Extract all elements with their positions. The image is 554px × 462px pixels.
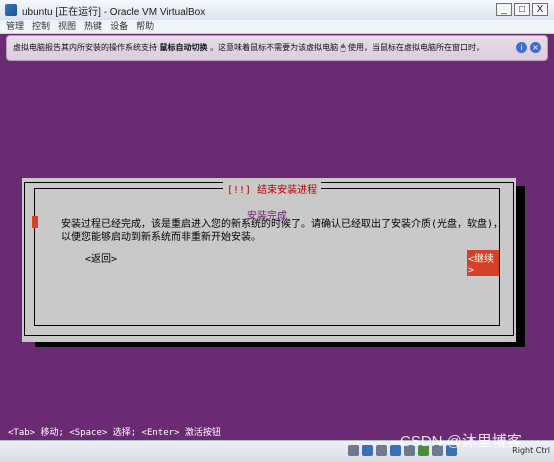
notification-bold: 鼠标自动切换 xyxy=(159,43,208,52)
dialog-title: [!!] 结束安装进程 xyxy=(223,181,322,196)
menu-item-control[interactable]: 控制 xyxy=(32,20,50,33)
host-key-label: Right Ctrl xyxy=(512,446,550,455)
optical-drive-icon[interactable] xyxy=(362,445,373,456)
dialog-body: 安装过程已经完成，该是重启进入您的新系统的时候了。请确认已经取出了安装介质(光盘… xyxy=(61,219,504,243)
minimize-button[interactable]: _ xyxy=(496,3,512,16)
window-title: ubuntu [正在运行] - Oracle VM VirtualBox xyxy=(22,7,206,18)
installer-dialog: [!!] 结束安装进程 安装完成 安装过程已经完成，该是重启进入您的新系统的时候… xyxy=(22,178,516,342)
notification-text-end: 使用，当鼠标在虚拟电脑所在窗口时， xyxy=(348,43,484,52)
keyboard-hint: <Tab> 移动; <Space> 选择; <Enter> 激活按钮 xyxy=(8,428,221,438)
menu-item-hotkey[interactable]: 热键 xyxy=(84,20,102,33)
vm-screen[interactable]: [!!] 结束安装进程 安装完成 安装过程已经完成，该是重启进入您的新系统的时候… xyxy=(6,62,548,440)
notification-icons: i × xyxy=(516,42,541,53)
back-button[interactable]: <返回> xyxy=(85,250,117,265)
notification-message: 虚拟电脑报告其内所安装的操作系统支持 鼠标自动切换 。这意味着鼠标不需要为该虚拟… xyxy=(13,42,484,53)
virtualbox-icon xyxy=(5,4,17,16)
continue-button[interactable]: <继续> xyxy=(467,250,499,276)
menu-item-manage[interactable]: 管理 xyxy=(6,20,24,33)
info-icon[interactable]: i xyxy=(516,42,527,53)
mouse-icon: 🖱 xyxy=(340,43,346,52)
close-button[interactable]: X xyxy=(532,3,548,16)
window-titlebar[interactable]: ubuntu [正在运行] - Oracle VM VirtualBox _ □… xyxy=(0,0,554,21)
window-controls: _ □ X xyxy=(496,3,548,16)
dialog-frame: [!!] 结束安装进程 安装完成 安装过程已经完成，该是重启进入您的新系统的时候… xyxy=(34,181,503,326)
close-notification-icon[interactable]: × xyxy=(530,42,541,53)
scroll-marker xyxy=(32,216,38,228)
usb-icon[interactable] xyxy=(376,445,387,456)
menu-item-help[interactable]: 帮助 xyxy=(136,20,154,33)
watermark: CSDN @沐里博客 xyxy=(400,433,522,450)
hdd-icon[interactable] xyxy=(348,445,359,456)
menu-bar: 管理 控制 视图 热键 设备 帮助 xyxy=(0,20,554,34)
menu-item-view[interactable]: 视图 xyxy=(58,20,76,33)
notification-bar: 虚拟电脑报告其内所安装的操作系统支持 鼠标自动切换 。这意味着鼠标不需要为该虚拟… xyxy=(6,35,548,61)
notification-text-before: 虚拟电脑报告其内所安装的操作系统支持 xyxy=(13,43,157,52)
status-bar: CSDN @沐里博客 Right Ctrl xyxy=(0,433,554,462)
notification-text-after: 。这意味着鼠标不需要为该虚拟电脑 xyxy=(210,43,339,52)
maximize-button[interactable]: □ xyxy=(514,3,530,16)
menu-item-devices[interactable]: 设备 xyxy=(110,20,128,33)
